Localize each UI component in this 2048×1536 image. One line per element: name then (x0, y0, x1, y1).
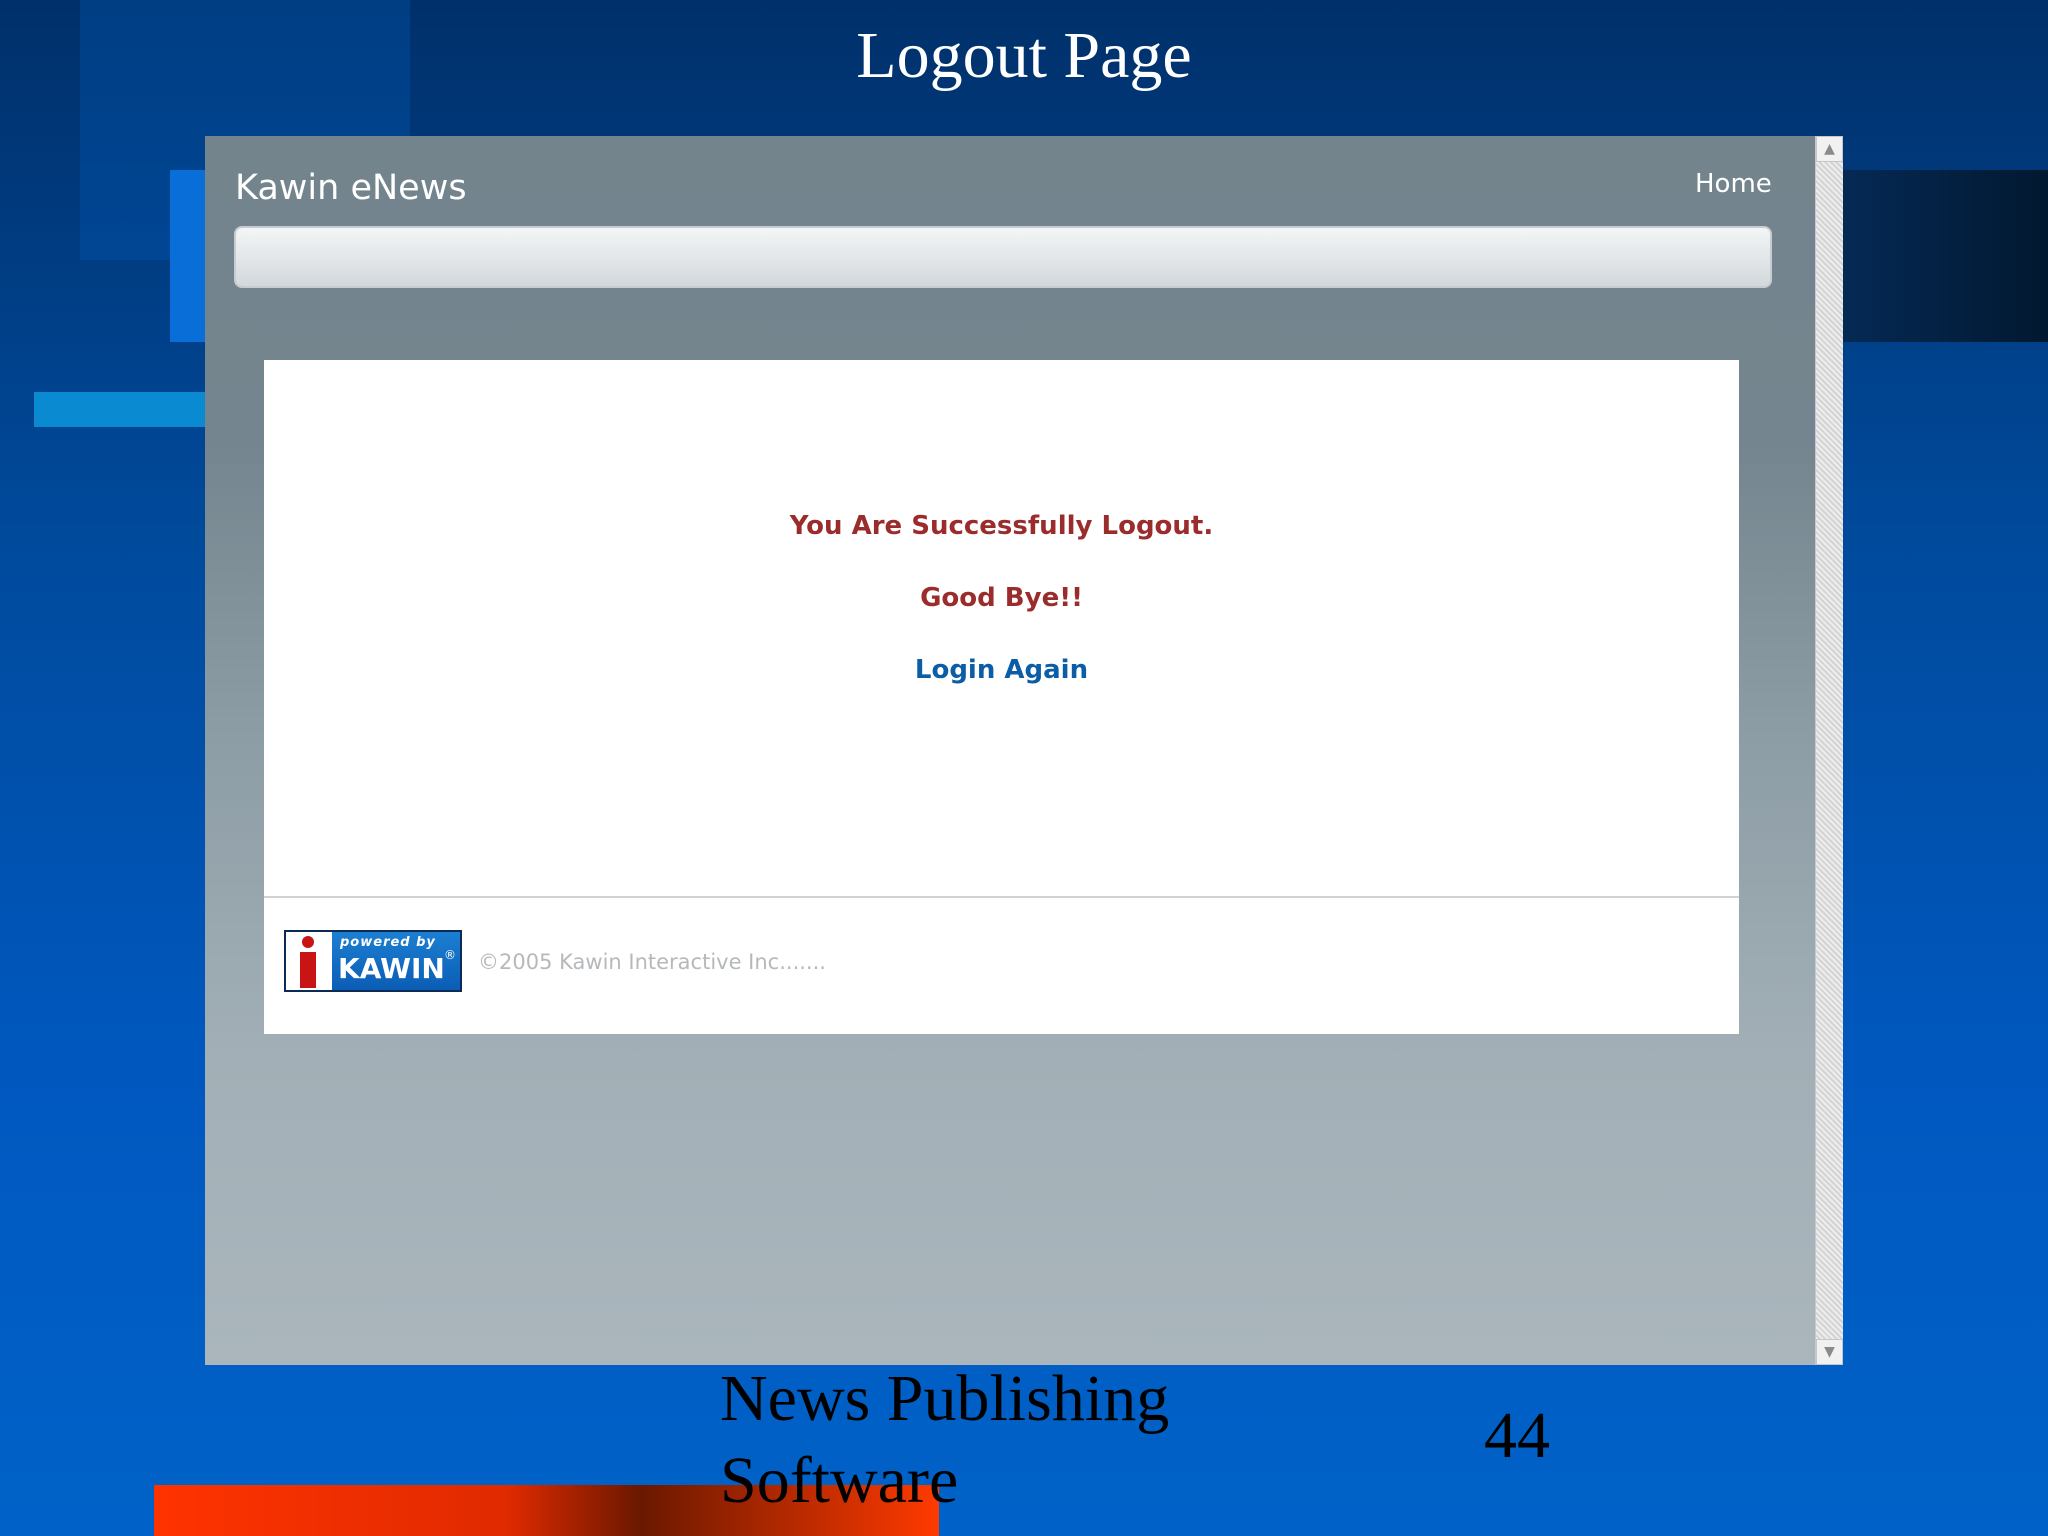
kawin-i-logo-icon (286, 932, 332, 990)
page-footer: powered by KAWIN ® ©2005 Kawin Interacti… (264, 898, 1739, 1034)
logout-success-message: You Are Successfully Logout. (789, 511, 1214, 541)
decorative-bar-cyan (34, 392, 214, 427)
logo-registered-mark: ® (444, 948, 456, 962)
decorative-block-right (1840, 170, 2048, 342)
logo-name-text: KAWIN (338, 952, 445, 985)
login-again-link[interactable]: Login Again (264, 652, 1739, 688)
slide-title: Logout Page (856, 19, 1192, 92)
powered-by-kawin-logo[interactable]: powered by KAWIN ® (284, 930, 462, 992)
logo-i-stem (300, 952, 316, 988)
goodbye-message: Good Bye!! (920, 583, 1083, 613)
logo-i-dot (302, 936, 314, 948)
logo-powered-by-text: powered by (340, 935, 436, 950)
scroll-up-arrow-icon[interactable]: ▲ (1816, 136, 1843, 162)
content-panel: You Are Successfully Logout. Good Bye!! … (264, 360, 1739, 1034)
slide-footer-text: News Publishing Software (720, 1362, 1170, 1517)
logout-message-area: You Are Successfully Logout. Good Bye!! … (264, 360, 1739, 898)
vertical-scrollbar[interactable]: ▲ ▼ (1815, 136, 1843, 1365)
home-link[interactable]: Home (1695, 164, 1772, 204)
navigation-bar (234, 226, 1772, 288)
scroll-down-arrow-icon[interactable]: ▼ (1816, 1339, 1843, 1365)
site-brand: Kawin eNews (235, 168, 467, 208)
browser-screenshot: Kawin eNews Home You Are Successfully Lo… (205, 136, 1843, 1365)
copyright-text: ©2005 Kawin Interactive Inc....... (478, 950, 826, 974)
slide-page-number: 44 (1484, 1399, 1550, 1472)
